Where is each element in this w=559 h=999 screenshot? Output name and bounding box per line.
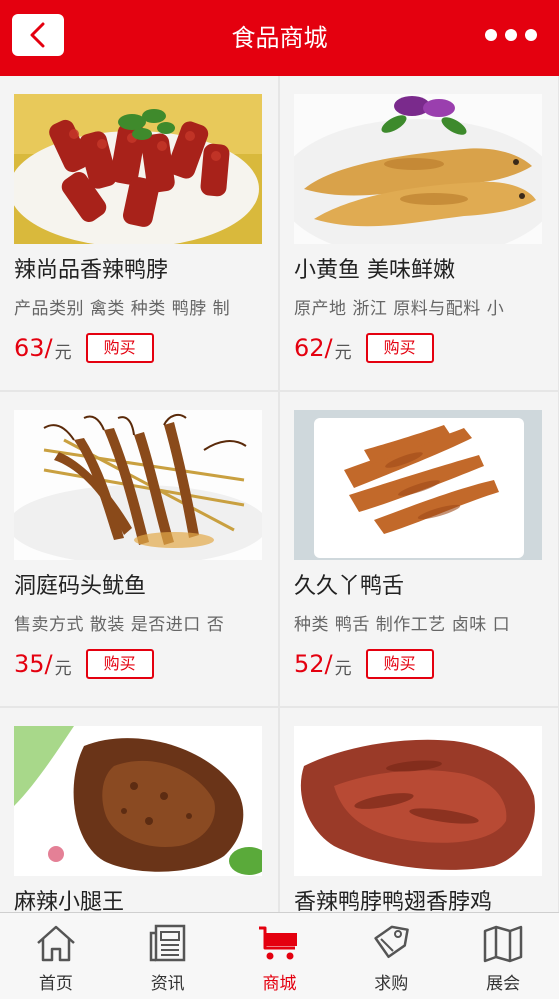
tab-news[interactable]: 资讯 (112, 913, 224, 999)
product-name: 小黄鱼 美味鲜嫩 (294, 258, 455, 283)
product-spec: 原产地 浙江 原料与配料 小 (294, 299, 505, 319)
product-card[interactable]: 小黄鱼 美味鲜嫩 原产地 浙江 原料与配料 小 62/ 元 购买 (280, 76, 558, 390)
map-icon (483, 925, 523, 963)
tab-label: 资讯 (150, 974, 185, 994)
price-unit: 元 (334, 658, 352, 679)
price-row: 62/ 元 购买 (294, 330, 434, 366)
product-spec: 种类 鸭舌 制作工艺 卤味 口 (294, 615, 511, 635)
buy-button[interactable]: 购买 (85, 333, 154, 363)
cart-icon (259, 926, 298, 960)
buy-button[interactable]: 购买 (365, 333, 434, 363)
price-row: 35/ 元 购买 (14, 646, 154, 682)
product-name: 麻辣小腿王 (14, 890, 125, 912)
product-name: 久久丫鸭舌 (294, 574, 405, 599)
product-image (14, 94, 262, 244)
tab-mall[interactable]: 商城 (224, 913, 336, 999)
price-unit: 元 (54, 342, 72, 363)
more-dot-icon (485, 29, 497, 41)
product-image (294, 94, 542, 244)
news-icon (149, 924, 185, 962)
product-image (294, 726, 542, 876)
tab-label: 商城 (262, 974, 297, 994)
product-price: 62/ (294, 334, 333, 362)
price-unit: 元 (54, 658, 72, 679)
product-name: 辣尚品香辣鸭脖 (14, 258, 169, 283)
product-grid: 辣尚品香辣鸭脖 产品类别 禽类 种类 鸭脖 制 63/ 元 购买 小黄鱼 美味鲜… (0, 76, 559, 912)
product-image (294, 410, 542, 560)
more-dot-icon (525, 29, 537, 41)
product-image (14, 410, 262, 560)
product-spec: 售卖方式 散装 是否进口 否 (14, 615, 225, 635)
buy-button[interactable]: 购买 (85, 649, 154, 679)
product-card[interactable]: 香辣鸭脖鸭翅香脖鸡 (280, 708, 558, 912)
product-price: 52/ (294, 650, 333, 678)
tab-label: 首页 (38, 974, 73, 994)
bottom-tab-bar: 首页 资讯 商城 求购 展会 (0, 912, 559, 999)
buy-button[interactable]: 购买 (365, 649, 434, 679)
product-price: 63/ (14, 334, 53, 362)
product-price: 35/ (14, 650, 53, 678)
product-card[interactable]: 麻辣小腿王 (0, 708, 278, 912)
more-button[interactable] (485, 24, 537, 46)
tab-expo[interactable]: 展会 (447, 913, 559, 999)
more-dot-icon (505, 29, 517, 41)
product-card[interactable]: 辣尚品香辣鸭脖 产品类别 禽类 种类 鸭脖 制 63/ 元 购买 (0, 76, 278, 390)
tab-label: 求购 (374, 974, 409, 994)
product-image (14, 726, 262, 876)
product-name: 香辣鸭脖鸭翅香脖鸡 (294, 890, 493, 912)
product-name: 洞庭码头鱿鱼 (14, 574, 147, 599)
header-bar: 食品商城 (0, 0, 559, 76)
tab-purchase[interactable]: 求购 (335, 913, 447, 999)
tab-home[interactable]: 首页 (0, 913, 112, 999)
price-row: 52/ 元 购买 (294, 646, 434, 682)
product-spec: 产品类别 禽类 种类 鸭脖 制 (14, 299, 231, 319)
page-title: 食品商城 (231, 24, 328, 52)
product-card[interactable]: 久久丫鸭舌 种类 鸭舌 制作工艺 卤味 口 52/ 元 购买 (280, 392, 558, 706)
price-unit: 元 (334, 342, 352, 363)
tab-label: 展会 (486, 974, 521, 994)
product-card[interactable]: 洞庭码头鱿鱼 售卖方式 散装 是否进口 否 35/ 元 购买 (0, 392, 278, 706)
home-icon (37, 925, 75, 962)
price-row: 63/ 元 购买 (14, 330, 154, 366)
tag-icon (374, 925, 410, 959)
